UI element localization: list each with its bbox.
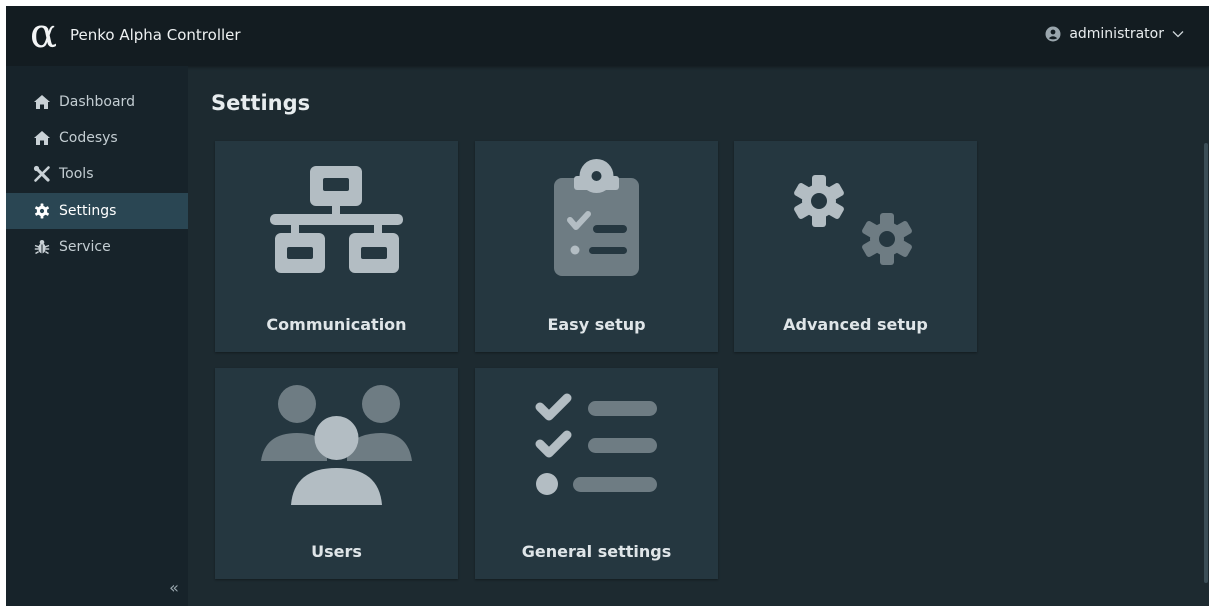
chevron-down-icon <box>1172 30 1184 38</box>
clipboard-checklist-icon <box>554 159 639 276</box>
alpha-logo: α <box>30 11 58 57</box>
sidebar-item-label: Dashboard <box>59 94 135 110</box>
tile-label: Communication <box>266 315 407 334</box>
tile-advanced-setup[interactable]: Advanced setup <box>734 141 977 352</box>
sidebar: Dashboard Codesys Tools Settings Service… <box>6 66 188 606</box>
sidebar-item-settings[interactable]: Settings <box>6 193 188 229</box>
tile-communication[interactable]: Communication <box>215 141 458 352</box>
sidebar-item-codesys[interactable]: Codesys <box>6 120 188 156</box>
gears-icon <box>794 175 912 265</box>
tile-easy-setup[interactable]: Easy setup <box>475 141 718 352</box>
sidebar-item-tools[interactable]: Tools <box>6 156 188 192</box>
tile-label: General settings <box>521 542 672 561</box>
app-window: α Penko Alpha Controller administrator D… <box>6 6 1209 606</box>
users-icon <box>261 385 412 505</box>
sidebar-item-label: Settings <box>59 203 117 219</box>
bug-icon <box>32 237 52 257</box>
checklist-icon <box>535 393 657 495</box>
vertical-scrollbar[interactable] <box>1204 143 1208 583</box>
network-icon <box>270 166 403 273</box>
user-name: administrator <box>1069 26 1164 42</box>
tile-general-settings[interactable]: General settings <box>475 368 718 579</box>
main-content: Settings Communication Easy setup Advanc… <box>188 66 1209 606</box>
user-menu[interactable]: administrator <box>1045 23 1184 45</box>
top-bar: α Penko Alpha Controller administrator <box>6 6 1209 66</box>
gear-icon <box>32 201 52 221</box>
sidebar-item-label: Codesys <box>59 130 118 146</box>
tools-icon <box>32 164 52 184</box>
app-title: Penko Alpha Controller <box>70 26 241 44</box>
sidebar-item-dashboard[interactable]: Dashboard <box>6 84 188 120</box>
user-circle-icon <box>1045 26 1061 42</box>
tile-users[interactable]: Users <box>215 368 458 579</box>
page-title: Settings <box>211 91 311 115</box>
sidebar-item-label: Service <box>59 239 111 255</box>
tile-label: Advanced setup <box>783 315 928 334</box>
collapse-sidebar-button[interactable]: « <box>164 578 184 598</box>
tile-label: Easy setup <box>547 315 646 334</box>
home-icon <box>32 92 52 112</box>
sidebar-item-service[interactable]: Service <box>6 229 188 265</box>
tile-label: Users <box>311 542 362 561</box>
home-icon <box>32 128 52 148</box>
sidebar-item-label: Tools <box>59 166 94 182</box>
